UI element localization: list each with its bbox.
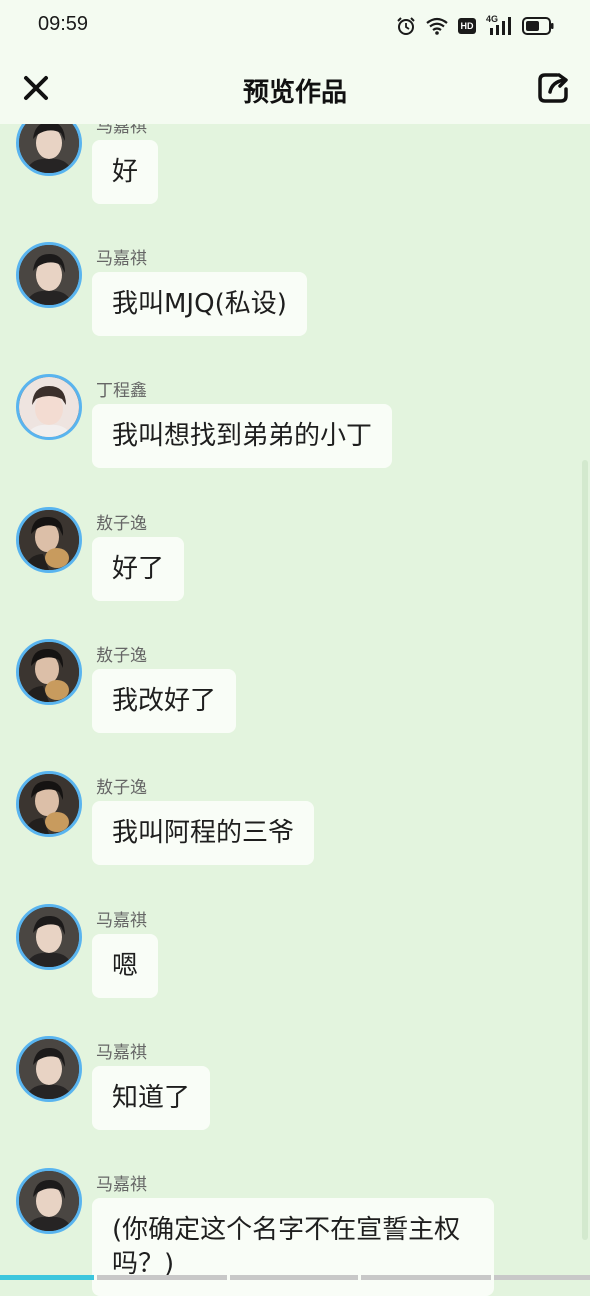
progress-segment [494, 1275, 590, 1280]
top-area: 09:59 HD 4G 预览作品 [0, 0, 590, 124]
progress-segment [97, 1275, 227, 1280]
chat-list[interactable]: 马嘉祺 好 马嘉祺 我叫MJQ(私设) 丁程鑫 我叫想找到弟弟的小丁 敖子逸 好… [0, 0, 590, 1296]
signal-4g-icon: 4G [486, 14, 512, 36]
message-bubble[interactable]: 好了 [92, 537, 185, 601]
page-title: 预览作品 [242, 78, 347, 108]
progress-bar [0, 1275, 590, 1280]
avatar[interactable] [16, 507, 82, 573]
message-bubble[interactable]: 我叫想找到弟弟的小丁 [92, 404, 393, 468]
wifi-icon [426, 17, 448, 35]
battery-icon [522, 17, 554, 35]
avatar[interactable] [16, 1168, 82, 1234]
scrollbar[interactable] [582, 460, 588, 1240]
progress-segment [0, 1275, 94, 1280]
sender-name: 马嘉祺 [96, 249, 147, 269]
sender-name: 马嘉祺 [96, 1043, 147, 1063]
avatar[interactable] [16, 1036, 82, 1102]
message-bubble[interactable]: 知道了 [92, 1066, 211, 1130]
sender-name: 敖子逸 [96, 514, 147, 534]
status-time: 09:59 [38, 13, 89, 35]
message-bubble[interactable]: 嗯 [92, 934, 159, 998]
progress-segment [361, 1275, 491, 1280]
progress-segment [230, 1275, 358, 1280]
avatar[interactable] [16, 639, 82, 705]
message-bubble[interactable]: 好 [92, 140, 159, 204]
share-button[interactable] [536, 70, 572, 106]
message-bubble[interactable]: 我叫阿程的三爷 [92, 801, 315, 865]
avatar[interactable] [16, 904, 82, 970]
share-icon [538, 73, 568, 103]
message-bubble[interactable]: 我改好了 [92, 669, 237, 733]
avatar[interactable] [16, 374, 82, 440]
navigation-bar: 预览作品 [0, 56, 590, 122]
hd-icon: HD [458, 18, 476, 34]
avatar[interactable] [16, 242, 82, 308]
sender-name: 敖子逸 [96, 778, 147, 798]
message-bubble[interactable]: (你确定这个名字不在宣誓主权吗？) [92, 1198, 494, 1296]
status-bar: 09:59 HD 4G [0, 0, 590, 52]
sender-name: 丁程鑫 [96, 381, 147, 401]
avatar[interactable] [16, 771, 82, 837]
message-bubble[interactable]: 我叫MJQ(私设) [92, 272, 307, 336]
sender-name: 马嘉祺 [96, 911, 147, 931]
alarm-icon [396, 16, 416, 36]
sender-name: 敖子逸 [96, 646, 147, 666]
sender-name: 马嘉祺 [96, 1175, 147, 1195]
status-icons: HD 4G [396, 14, 554, 38]
